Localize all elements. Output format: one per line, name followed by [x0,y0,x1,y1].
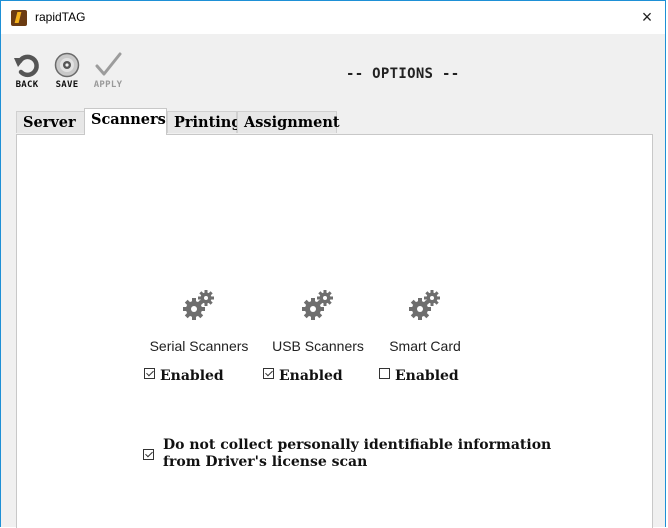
app-window: rapidTAG × BACK SAVE APPLY -- OPTIONS --… [0,0,666,528]
usb-scanners-label: USB Scanners [272,338,364,354]
serial-scanners-option: Serial Scanners [144,288,254,354]
checkbox-checked[interactable] [263,368,274,380]
pii-label-line2: from Driver's license scan [163,454,368,470]
checkbox-checked[interactable] [143,449,154,460]
toolbar: BACK SAVE APPLY -- OPTIONS -- [1,34,665,106]
smart-card-label: Smart Card [389,338,461,354]
gears-icon [183,290,214,320]
enabled-label: Enabled [395,368,459,384]
tab-assignment[interactable]: Assignment [237,111,340,133]
window-title: rapidTAG [35,10,86,24]
usb-scanners-option: USB Scanners [263,288,373,354]
save-button[interactable]: SAVE [47,52,87,90]
pii-label: Do not collect personally identifiable i… [163,437,583,471]
apply-button[interactable]: APPLY [88,52,128,90]
enabled-label: Enabled [279,368,343,384]
back-arrow-icon [14,54,39,78]
checkbox-checked[interactable] [144,368,155,380]
smart-card-option: Smart Card [370,288,480,354]
rapidtag-logo-icon [11,10,27,26]
pii-label-line1: Do not collect personally identifiable i… [163,437,552,453]
title-bar: rapidTAG × [1,1,665,34]
save-label: SAVE [55,80,79,90]
checkbox-unchecked[interactable] [379,368,390,380]
tab-scanners[interactable]: Scanners [84,108,167,135]
checkmark-icon [95,52,122,76]
scanners-panel: Serial Scanners USB Scanners Smart Card … [16,134,653,528]
enabled-label: Enabled [160,368,224,384]
page-title: -- OPTIONS -- [346,66,460,82]
gears-icon [409,290,440,320]
gears-icon [302,290,333,320]
smart-card-enabled-checkbox[interactable]: Enabled [379,367,459,387]
back-label: BACK [15,80,39,90]
disc-save-icon [54,52,80,78]
close-button[interactable]: × [635,4,659,30]
back-button[interactable]: BACK [7,52,47,90]
tab-server[interactable]: Server [16,111,88,133]
apply-label: APPLY [93,80,123,90]
usb-scanners-enabled-checkbox[interactable]: Enabled [263,367,343,387]
serial-scanners-enabled-checkbox[interactable]: Enabled [144,367,224,387]
serial-scanners-label: Serial Scanners [149,338,249,354]
tab-printing[interactable]: Printing [167,111,241,133]
